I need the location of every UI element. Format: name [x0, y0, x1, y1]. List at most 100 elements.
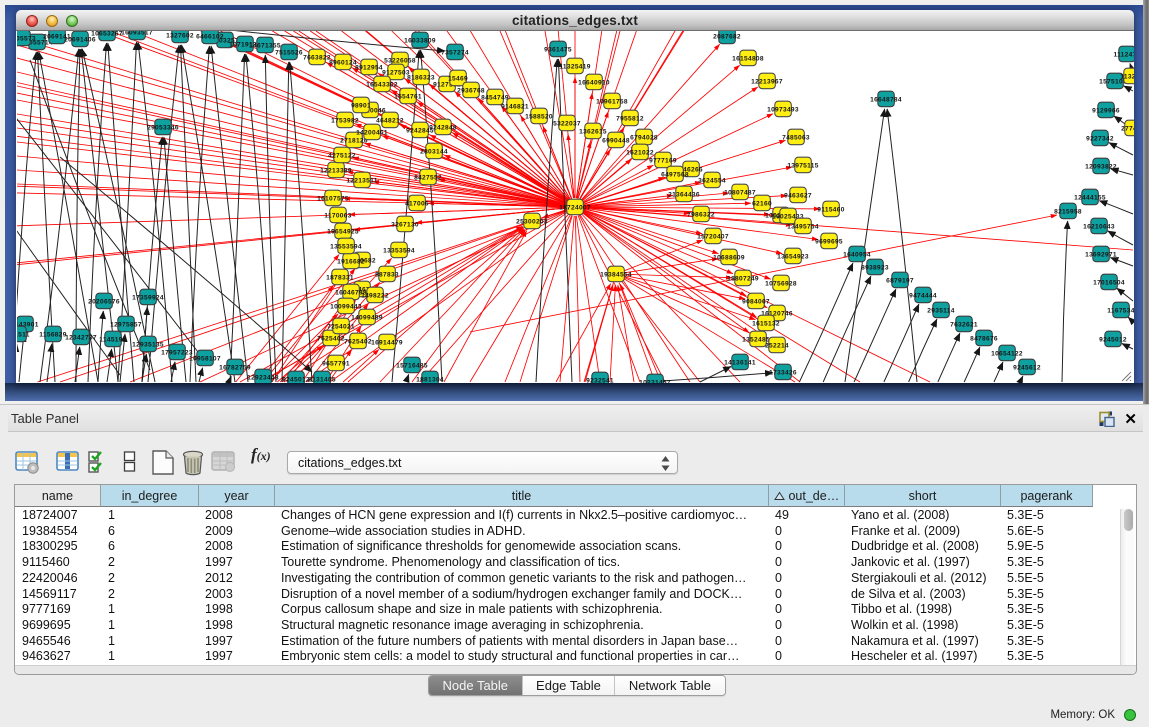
svg-text:16543362: 16543362	[366, 81, 398, 88]
svg-text:9463627: 9463627	[784, 192, 812, 199]
svg-text:17359924: 17359924	[132, 294, 164, 301]
svg-text:6497568: 6497568	[661, 171, 689, 178]
svg-text:16107575: 16107575	[317, 195, 349, 202]
svg-text:14099489: 14099489	[351, 314, 383, 321]
svg-text:9127503: 9127503	[382, 69, 410, 76]
svg-text:1170063: 1170063	[324, 212, 351, 219]
svg-text:12923448: 12923448	[247, 374, 279, 381]
svg-text:391511: 391511	[17, 331, 30, 338]
svg-text:8131405: 8131405	[308, 376, 336, 383]
svg-text:5322037: 5322037	[553, 120, 581, 127]
svg-text:17016504: 17016504	[1093, 279, 1125, 286]
svg-text:9245612: 9245612	[1013, 364, 1041, 371]
svg-text:13553594: 13553594	[330, 243, 362, 250]
svg-text:6466102: 6466102	[196, 33, 224, 40]
svg-text:9245012: 9245012	[1099, 336, 1127, 343]
svg-text:62160: 62160	[752, 200, 772, 207]
svg-text:13654923: 13654923	[777, 253, 809, 260]
svg-text:9699695: 9699695	[815, 238, 843, 245]
svg-text:18807249: 18807249	[727, 275, 759, 282]
svg-text:17957223: 17957223	[161, 349, 193, 356]
svg-text:417006: 417006	[405, 200, 429, 207]
svg-text:15716485: 15716485	[396, 362, 428, 369]
svg-text:14671355: 14671355	[249, 42, 281, 49]
svg-text:7357274: 7357274	[441, 49, 469, 56]
svg-text:16914479: 16914479	[371, 339, 403, 346]
svg-text:12213389: 12213389	[320, 167, 352, 174]
svg-text:16154808: 16154808	[732, 55, 764, 62]
svg-text:7986322: 7986322	[687, 211, 715, 218]
svg-text:2803144: 2803144	[420, 148, 448, 155]
svg-text:1881304: 1881304	[416, 376, 444, 383]
svg-text:12935135: 12935135	[132, 341, 164, 348]
svg-text:9777169: 9777169	[649, 157, 677, 164]
svg-text:113284: 113284	[1120, 73, 1134, 80]
svg-text:8960124: 8960124	[329, 59, 357, 66]
svg-text:14136141: 14136141	[724, 359, 756, 366]
svg-text:21364436: 21364436	[668, 191, 700, 198]
svg-text:9232541: 9232541	[586, 377, 614, 383]
svg-text:8454749: 8454749	[481, 94, 509, 101]
svg-text:19654925: 19654925	[327, 228, 359, 235]
svg-text:16033809: 16033809	[404, 37, 436, 44]
svg-text:9361475: 9361475	[544, 46, 572, 53]
svg-text:10756928: 10756928	[765, 280, 797, 287]
svg-text:25300203: 25300203	[516, 218, 548, 225]
svg-text:10653267: 10653267	[91, 31, 123, 37]
svg-text:9657791: 9657791	[322, 360, 350, 367]
svg-text:12213967: 12213967	[751, 78, 783, 85]
svg-text:10688609: 10688609	[713, 254, 745, 261]
svg-text:15469: 15469	[448, 75, 468, 82]
svg-text:9129966: 9129966	[1092, 107, 1120, 114]
svg-text:13692971: 13692971	[1085, 251, 1117, 258]
svg-text:2936768: 2936768	[457, 87, 485, 94]
svg-text:1554761: 1554761	[394, 93, 422, 100]
svg-text:1588520: 1588520	[525, 113, 553, 120]
svg-text:16093517: 16093517	[121, 31, 153, 36]
svg-text:18724007: 18724007	[559, 204, 591, 211]
svg-text:6879197: 6879197	[886, 277, 914, 284]
svg-text:7955812: 7955812	[616, 115, 644, 122]
svg-text:3624554: 3624554	[698, 177, 726, 184]
svg-text:16640910: 16640910	[578, 79, 610, 86]
svg-text:15720407: 15720407	[697, 233, 729, 240]
svg-text:10654122: 10654122	[991, 350, 1023, 357]
svg-text:16046798: 16046798	[335, 289, 367, 296]
svg-text:1167534: 1167534	[1107, 307, 1134, 314]
svg-text:7254021: 7254021	[327, 323, 355, 330]
svg-text:1621022: 1621022	[626, 149, 654, 156]
svg-text:6794028: 6794028	[630, 134, 658, 141]
svg-text:9242845: 9242845	[406, 127, 434, 134]
svg-text:12975857: 12975857	[110, 321, 142, 328]
svg-text:1640954: 1640954	[843, 251, 871, 258]
svg-text:16782759: 16782759	[219, 364, 251, 371]
svg-text:2087682: 2087682	[713, 33, 741, 40]
svg-text:53226058: 53226058	[384, 57, 416, 64]
svg-text:1112473: 1112473	[1113, 51, 1134, 58]
svg-text:1145194: 1145194	[99, 336, 126, 343]
svg-text:29053346: 29053346	[147, 124, 179, 131]
svg-text:9146821: 9146821	[501, 103, 529, 110]
svg-text:11325419: 11325419	[559, 63, 590, 70]
svg-text:7485063: 7485063	[782, 134, 810, 141]
svg-text:10231457: 10231457	[639, 379, 671, 383]
svg-text:10973493: 10973493	[767, 106, 799, 113]
svg-text:10961758: 10961758	[596, 98, 628, 105]
svg-text:2935114: 2935114	[927, 307, 954, 314]
svg-text:8215958: 8215958	[1054, 208, 1082, 215]
svg-text:7632621: 7632621	[950, 321, 978, 328]
svg-text:1916682: 1916682	[337, 258, 365, 265]
svg-text:8478676: 8478676	[970, 335, 998, 342]
svg-text:1327602: 1327602	[166, 32, 194, 39]
svg-text:6990448: 6990448	[602, 137, 630, 144]
svg-text:19384554: 19384554	[600, 271, 632, 278]
svg-text:12093822: 12093822	[1085, 163, 1117, 170]
svg-text:13975115: 13975115	[787, 162, 818, 169]
svg-text:20206576: 20206576	[88, 298, 120, 305]
svg-text:277464: 277464	[1121, 125, 1134, 132]
svg-text:7625402: 7625402	[317, 335, 345, 342]
svg-text:20691406: 20691406	[64, 36, 96, 43]
svg-text:8938923: 8938923	[861, 264, 889, 271]
svg-text:8186323: 8186323	[407, 74, 435, 81]
svg-text:14200461: 14200461	[356, 129, 388, 136]
